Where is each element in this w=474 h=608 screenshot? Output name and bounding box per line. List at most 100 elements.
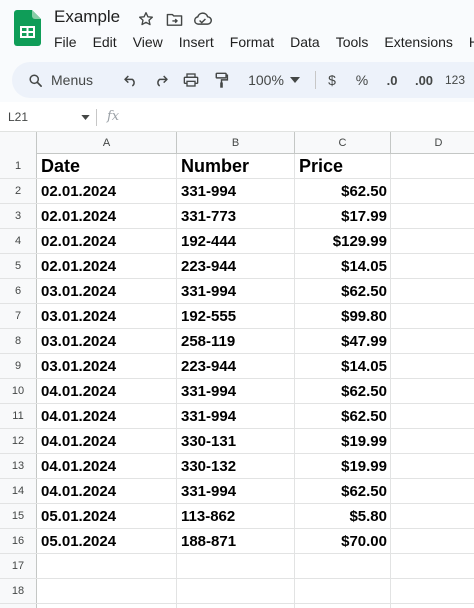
price-cell[interactable]: $14.05 [295,254,391,278]
row-header[interactable]: 12 [0,429,37,453]
empty-cell[interactable] [391,504,474,528]
empty-cell[interactable] [391,279,474,303]
empty-cell[interactable] [391,604,474,608]
empty-cell[interactable] [177,604,295,608]
column-header-c[interactable]: C [295,132,391,154]
number-cell[interactable]: 330-131 [177,429,295,453]
number-cell[interactable]: 192-444 [177,229,295,253]
price-cell[interactable]: $62.50 [295,404,391,428]
number-cell[interactable]: 331-994 [177,279,295,303]
empty-cell[interactable] [177,579,295,603]
empty-cell[interactable] [37,579,177,603]
row-header[interactable]: 14 [0,479,37,503]
empty-cell[interactable] [391,304,474,328]
price-cell[interactable]: $62.50 [295,379,391,403]
row-header[interactable]: 3 [0,204,37,228]
date-cell[interactable]: 04.01.2024 [37,404,177,428]
column-title-cell[interactable]: Date [37,154,177,178]
price-cell[interactable]: $19.99 [295,454,391,478]
date-cell[interactable]: 04.01.2024 [37,379,177,403]
paint-format-button[interactable] [210,68,232,92]
empty-cell[interactable] [391,579,474,603]
empty-cell[interactable] [391,429,474,453]
percent-format-button[interactable]: % [354,68,370,92]
date-cell[interactable]: 02.01.2024 [37,179,177,203]
price-cell[interactable]: $62.50 [295,279,391,303]
empty-cell[interactable] [391,454,474,478]
row-header[interactable]: 5 [0,254,37,278]
empty-cell[interactable] [391,404,474,428]
undo-button[interactable] [120,68,142,92]
number-cell[interactable]: 331-773 [177,204,295,228]
date-cell[interactable]: 04.01.2024 [37,429,177,453]
number-cell[interactable]: 331-994 [177,379,295,403]
number-cell[interactable]: 223-944 [177,254,295,278]
row-header[interactable]: 2 [0,179,37,203]
price-cell[interactable]: $70.00 [295,529,391,553]
row-header[interactable]: 13 [0,454,37,478]
row-header[interactable]: 1 [0,154,37,178]
empty-cell[interactable] [391,154,474,178]
select-all-corner[interactable] [0,132,37,154]
empty-cell[interactable] [391,229,474,253]
empty-cell[interactable] [391,379,474,403]
row-header[interactable]: 19 [0,604,37,608]
row-header[interactable]: 16 [0,529,37,553]
date-cell[interactable]: 02.01.2024 [37,229,177,253]
menu-extensions[interactable]: Extensions [376,33,460,51]
menu-help[interactable]: He [461,33,474,51]
menu-insert[interactable]: Insert [171,33,222,51]
menu-data[interactable]: Data [282,33,328,51]
empty-cell[interactable] [177,554,295,578]
number-cell[interactable]: 188-871 [177,529,295,553]
row-header[interactable]: 15 [0,504,37,528]
menu-view[interactable]: View [125,33,171,51]
row-header[interactable]: 17 [0,554,37,578]
column-header-b[interactable]: B [177,132,295,154]
empty-cell[interactable] [391,529,474,553]
row-header[interactable]: 4 [0,229,37,253]
price-cell[interactable]: $47.99 [295,329,391,353]
number-cell[interactable]: 330-132 [177,454,295,478]
empty-cell[interactable] [391,479,474,503]
empty-cell[interactable] [391,554,474,578]
print-button[interactable] [180,68,202,92]
number-cell[interactable]: 192-555 [177,304,295,328]
menu-file[interactable]: File [46,33,85,51]
price-cell[interactable]: $19.99 [295,429,391,453]
empty-cell[interactable] [37,604,177,608]
column-title-cell[interactable]: Price [295,154,391,178]
star-icon[interactable] [136,9,156,29]
date-cell[interactable]: 03.01.2024 [37,279,177,303]
name-box[interactable]: L21 [8,108,90,126]
date-cell[interactable]: 03.01.2024 [37,354,177,378]
empty-cell[interactable] [295,604,391,608]
cloud-status-icon[interactable] [192,9,212,29]
price-cell[interactable]: $14.05 [295,354,391,378]
date-cell[interactable]: 03.01.2024 [37,329,177,353]
decrease-decimal-button[interactable]: .0 [382,68,402,92]
currency-format-button[interactable]: $ [324,68,340,92]
number-cell[interactable]: 223-944 [177,354,295,378]
menu-search[interactable]: Menus [18,66,118,94]
row-header[interactable]: 8 [0,329,37,353]
sheets-logo-icon[interactable] [14,10,41,46]
row-header[interactable]: 18 [0,579,37,603]
empty-cell[interactable] [295,579,391,603]
move-folder-icon[interactable] [164,9,184,29]
row-header[interactable]: 9 [0,354,37,378]
price-cell[interactable]: $62.50 [295,479,391,503]
row-header[interactable]: 11 [0,404,37,428]
price-cell[interactable]: $17.99 [295,204,391,228]
column-header-d[interactable]: D [391,132,474,154]
zoom-select[interactable]: 100% [242,68,306,92]
column-header-a[interactable]: A [37,132,177,154]
price-cell[interactable]: $129.99 [295,229,391,253]
date-cell[interactable]: 03.01.2024 [37,304,177,328]
redo-button[interactable] [150,68,172,92]
document-title[interactable]: Example [54,7,120,27]
number-cell[interactable]: 331-994 [177,404,295,428]
price-cell[interactable]: $62.50 [295,179,391,203]
date-cell[interactable]: 04.01.2024 [37,479,177,503]
increase-decimal-button[interactable]: .00 [412,68,436,92]
